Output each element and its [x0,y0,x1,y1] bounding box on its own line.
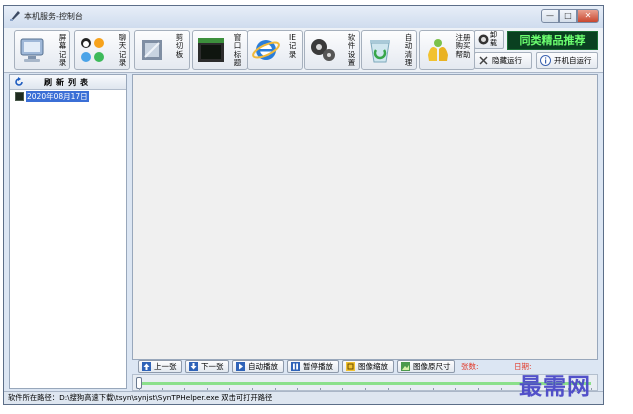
hands-icon [428,39,448,61]
hidden-run-button[interactable]: 隐藏运行 [474,52,532,69]
register-help-button[interactable]: 注册购买帮助 [419,30,475,70]
original-size-label: 图像原尺寸 [413,362,451,371]
slider-tick [297,388,299,390]
image-preview-area [132,74,598,360]
tree-item-label: 2020年08月17日 [26,91,89,102]
recycle-bin-icon [370,40,390,63]
chat-record-button[interactable]: 聊天记录 [74,30,130,70]
title-bar[interactable]: 本机服务-控制台 — □ ✕ [4,6,603,28]
pause-button[interactable]: 暂停播放 [287,360,339,373]
toolbar: 屏幕记录 聊天记录 剪切板 窗口标题 IE记录 软件设置 自动清理 注册购买帮助… [4,28,603,73]
startup-run-label: 开机自运行 [554,56,592,65]
next-button[interactable]: 下一张 [185,360,229,373]
slider-tick [455,388,457,390]
app-icon [10,11,20,21]
auto-clean-label: 自动清理 [404,33,413,68]
hide-icon [479,56,488,65]
maximize-button[interactable]: □ [559,9,577,23]
refresh-list-button[interactable]: 刷新列表 [10,75,126,90]
image-zoom-icon [346,362,355,371]
chat-apps-icon [81,38,104,62]
software-settings-label: 软件设置 [347,33,356,68]
monitor-icon [20,38,44,62]
uninstall-button[interactable]: 卸载 [474,30,504,49]
image-original-icon [401,362,410,371]
watermark: 最需网 [519,373,591,400]
prev-label: 上一张 [154,362,177,371]
clipboard-icon [142,40,162,60]
arrow-up-icon [142,362,151,371]
info-icon [540,55,551,66]
auto-play-label: 自动播放 [248,362,278,371]
ie-record-label: IE记录 [288,33,297,59]
window-frame-icon [198,38,224,62]
next-label: 下一张 [201,362,224,371]
software-settings-button[interactable]: 软件设置 [304,30,360,70]
software-path-text: 软件所在路径：D:\搜狗高速下载\tsyn\synjst\SynTPHelper… [8,393,273,402]
slider-tick [184,388,186,390]
uninstall-icon [478,34,489,45]
image-count-label: 张数: [461,362,479,371]
slider-tick [342,388,344,390]
app-window: 本机服务-控制台 — □ ✕ 屏幕记录 聊天记录 剪切板 窗口标题 IE记录 软… [3,5,604,405]
zoom-button[interactable]: 图像缩放 [342,360,394,373]
refresh-list-label: 刷新列表 [44,78,92,87]
pause-icon [291,362,300,371]
register-help-label: 注册购买帮助 [455,33,471,59]
prev-button[interactable]: 上一张 [138,360,182,373]
slider-tick [591,388,592,390]
zoom-label: 图像缩放 [358,362,388,371]
hidden-run-label: 隐藏运行 [492,56,522,65]
screen-record-button[interactable]: 屏幕记录 [14,30,70,70]
slider-tick [274,388,276,390]
arrow-down-icon [189,362,198,371]
window-title-label: 窗口标题 [233,33,242,68]
gears-icon [311,39,335,61]
slider-tick [365,388,366,390]
window-title-button[interactable]: 窗口标题 [192,30,248,70]
original-size-button[interactable]: 图像原尺寸 [397,360,455,373]
clipboard-label: 剪切板 [175,33,184,59]
slider-tick [319,388,321,390]
auto-play-button[interactable]: 自动播放 [232,360,284,373]
slider-tick [478,388,479,390]
slider-tick [161,388,163,390]
slider-tick [252,388,253,390]
pause-label: 暂停播放 [303,362,333,371]
auto-clean-button[interactable]: 自动清理 [361,30,417,70]
slider-tick [206,388,208,390]
window-title: 本机服务-控制台 [24,12,83,21]
uninstall-label: 卸载 [490,31,497,47]
slider-tick [500,388,502,390]
slider-tick [410,388,412,390]
slider-tick [387,388,389,390]
slider-tick [432,388,434,390]
ie-browser-icon [252,40,280,60]
ie-record-button[interactable]: IE记录 [247,30,303,70]
screen-record-label: 屏幕记录 [58,33,67,68]
promo-banner[interactable]: 同类精品推荐 [507,31,598,50]
clipboard-button[interactable]: 剪切板 [134,30,190,70]
status-bar[interactable]: 软件所在路径：D:\搜狗高速下载\tsyn\synjst\SynTPHelper… [4,391,603,404]
startup-run-button[interactable]: 开机自运行 [536,52,598,69]
play-icon [236,362,245,371]
date-node-icon [15,92,24,101]
slider-tick [229,388,231,390]
chat-record-label: 聊天记录 [118,33,127,68]
slider-tick [139,388,140,390]
date-list-panel: 刷新列表 2020年08月17日 [9,74,127,389]
minimize-button[interactable]: — [541,9,559,23]
close-button[interactable]: ✕ [577,9,599,23]
